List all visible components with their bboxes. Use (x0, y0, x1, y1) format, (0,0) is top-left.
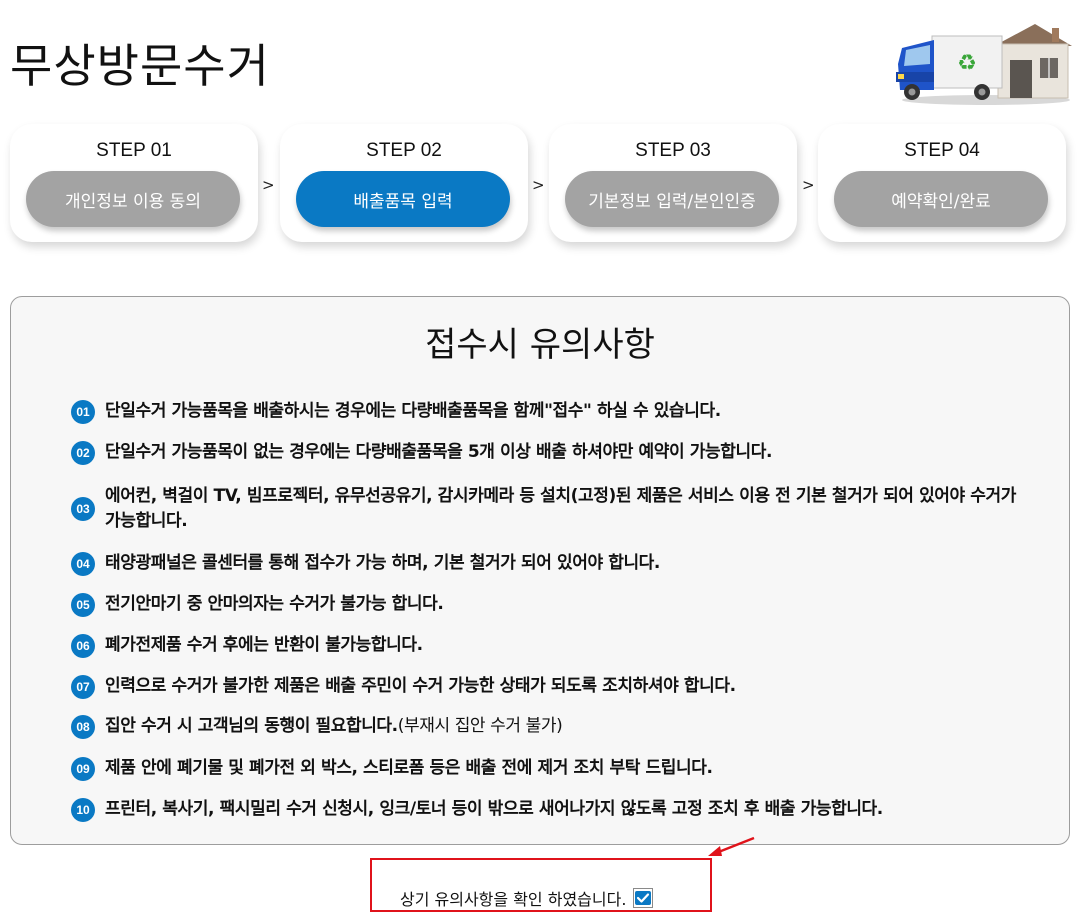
number-badge: 10 (71, 797, 95, 822)
number-badge: 09 (71, 756, 95, 781)
confirm-checkbox-row[interactable]: 상기 유의사항을 확인 하였습니다. (400, 886, 654, 910)
notice-text: 단일수거 가능품목이 없는 경우에는 다량배출품목을 5개 이상 배출 하셔야만… (105, 442, 773, 462)
notice-text: 집안 수거 시 고객님의 동행이 필요합니다.(부재시 집안 수거 불가) (105, 714, 563, 739)
number-badge: 05 (71, 592, 95, 617)
page-title: 무상방문수거 (10, 39, 270, 93)
confirm-checkbox[interactable] (633, 888, 654, 908)
notice-text: 태양광패널은 콜센터를 통해 접수가 가능 하며, 기본 철거가 되어 있어야 … (105, 553, 660, 573)
number-badge: 08 (71, 714, 95, 739)
step-card-1: STEP 01 개인정보 이용 동의 (10, 124, 258, 242)
notice-text: 제품 안에 폐기물 및 폐가전 외 박스, 스티로폼 등은 배출 전에 제거 조… (105, 758, 713, 778)
number-badge: 01 (71, 399, 95, 424)
confirm-label: 상기 유의사항을 확인 하였습니다. (400, 890, 627, 909)
notice-item: 03 에어컨, 벽걸이 TV, 빔프로젝터, 유무선공유기, 감시카메라 등 설… (71, 484, 1021, 534)
notice-item: 01 단일수거 가능품목을 배출하시는 경우에는 다량배출품목을 함께"접수" … (71, 399, 1021, 424)
step-card-3: STEP 03 기본정보 입력/본인인증 (549, 124, 797, 242)
number-badge: 03 (71, 497, 95, 521)
notice-text: 단일수거 가능품목을 배출하시는 경우에는 다량배출품목을 함께"접수" 하실 … (105, 401, 721, 421)
notice-item: 09 제품 안에 폐기물 및 폐가전 외 박스, 스티로폼 등은 배출 전에 제… (71, 756, 1021, 781)
number-badge: 06 (71, 633, 95, 658)
red-arrow-icon (708, 836, 755, 856)
notice-text: 폐가전제품 수거 후에는 반환이 불가능합니다. (105, 635, 423, 655)
confirm-highlight-box: 상기 유의사항을 확인 하였습니다. (370, 858, 712, 912)
notice-item: 08 집안 수거 시 고객님의 동행이 필요합니다.(부재시 집안 수거 불가) (71, 714, 1021, 739)
notice-item: 10 프린터, 복사기, 팩시밀리 수거 신청시, 잉크/토너 등이 밖으로 새… (71, 797, 1021, 822)
notice-item: 06 폐가전제품 수거 후에는 반환이 불가능합니다. (71, 633, 1021, 658)
step-1-button[interactable]: 개인정보 이용 동의 (26, 171, 240, 227)
step-4-button[interactable]: 예약확인/완료 (834, 171, 1048, 227)
notice-item: 02 단일수거 가능품목이 없는 경우에는 다량배출품목을 5개 이상 배출 하… (71, 440, 1021, 465)
notice-text: 인력으로 수거가 불가한 제품은 배출 주민이 수거 가능한 상태가 되도록 조… (105, 676, 736, 696)
step-card-2: STEP 02 배출품목 입력 (280, 124, 528, 242)
checkmark-icon (635, 891, 652, 905)
notice-panel: 접수시 유의사항 01 단일수거 가능품목을 배출하시는 경우에는 다량배출품목… (10, 296, 1070, 845)
notice-title: 접수시 유의사항 (425, 325, 655, 365)
notice-item: 05 전기안마기 중 안마의자는 수거가 불가능 합니다. (71, 592, 1021, 617)
step-separator-icon: > (532, 176, 545, 194)
number-badge: 04 (71, 551, 95, 576)
step-3-button[interactable]: 기본정보 입력/본인인증 (565, 171, 779, 227)
notice-item: 07 인력으로 수거가 불가한 제품은 배출 주민이 수거 가능한 상태가 되도… (71, 674, 1021, 699)
step-2-button[interactable]: 배출품목 입력 (296, 171, 510, 227)
notice-text-note: (부재시 집안 수거 불가) (397, 716, 563, 736)
step-number: STEP 03 (635, 140, 711, 161)
step-number: STEP 04 (904, 140, 980, 161)
number-badge: 02 (71, 440, 95, 465)
svg-text:♻: ♻ (957, 51, 977, 76)
step-card-4: STEP 04 예약확인/완료 (818, 124, 1066, 242)
step-separator-icon: > (262, 176, 275, 194)
step-progress: STEP 01 개인정보 이용 동의 > STEP 02 배출품목 입력 > S… (10, 124, 1068, 246)
step-number: STEP 01 (96, 140, 172, 161)
notice-text: 에어컨, 벽걸이 TV, 빔프로젝터, 유무선공유기, 감시카메라 등 설치(고… (105, 486, 1017, 531)
number-badge: 07 (71, 674, 95, 699)
step-number: STEP 02 (366, 140, 442, 161)
step-separator-icon: > (802, 176, 815, 194)
notice-text: 프린터, 복사기, 팩시밀리 수거 신청시, 잉크/토너 등이 밖으로 새어나가… (105, 799, 883, 819)
notice-text-main: 집안 수거 시 고객님의 동행이 필요합니다. (105, 716, 398, 736)
notice-item: 04 태양광패널은 콜센터를 통해 접수가 가능 하며, 기본 철거가 되어 있… (71, 551, 1021, 576)
truck-house-illustration: ♻ (896, 24, 1072, 105)
notice-text: 전기안마기 중 안마의자는 수거가 불가능 합니다. (105, 594, 444, 614)
